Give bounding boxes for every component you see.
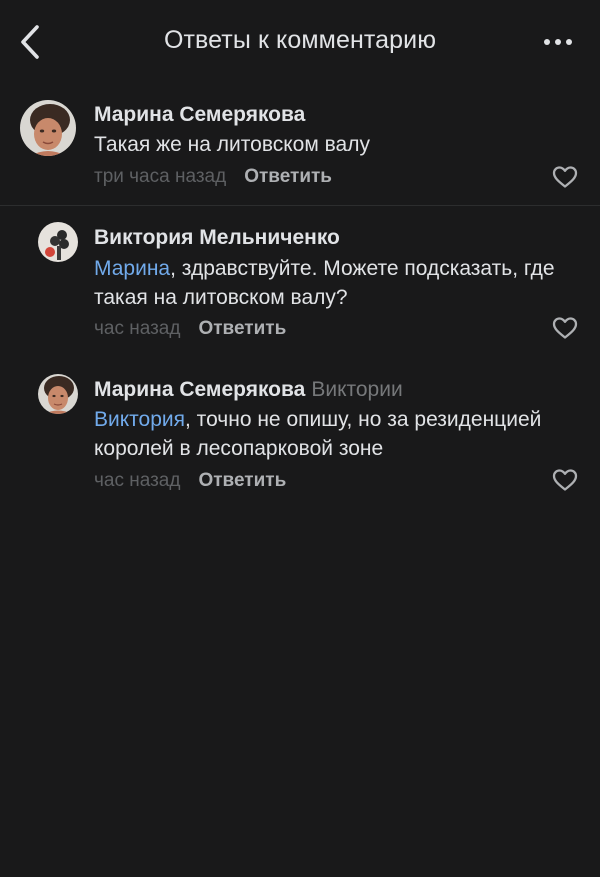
heart-icon[interactable] [552,468,578,492]
more-horizontal-icon [544,39,550,45]
comment-meta: час назад Ответить [94,318,286,340]
comment-author[interactable]: Марина Семерякова Виктории [94,378,403,402]
comment-time: три часа назад [94,166,227,187]
heart-icon[interactable] [552,165,578,189]
reply-button[interactable]: Ответить [198,318,286,339]
heart-icon[interactable] [552,316,578,340]
comment-author[interactable]: Марина Семерякова [94,103,305,127]
avatar[interactable] [38,374,78,414]
reply-button[interactable]: Ответить [198,470,286,491]
avatar[interactable] [38,222,78,262]
divider [0,205,600,206]
comment-time: час назад [94,318,181,339]
page-title: Ответы к комментарию [163,26,437,54]
comment-text: Такая же на литовском валу [94,133,370,156]
more-button[interactable] [536,26,580,58]
mention-link[interactable]: Виктория [94,408,185,431]
comment-text: Марина, здравствуйте. Можете подсказать,… [94,257,555,309]
comment-meta: три часа назад Ответить [94,166,332,188]
comment-text: Виктория, точно не опишу, но за резиденц… [94,408,542,460]
mention-link[interactable]: Марина [94,257,170,280]
comment-meta: час назад Ответить [94,470,286,492]
comment-author[interactable]: Виктория Мельниченко [94,226,340,250]
avatar[interactable] [20,100,76,156]
comment-time: час назад [94,470,181,491]
top-bar: Ответы к комментарию [0,0,600,86]
reply-to-name[interactable]: Виктории [311,378,402,401]
reply-button[interactable]: Ответить [244,166,332,187]
